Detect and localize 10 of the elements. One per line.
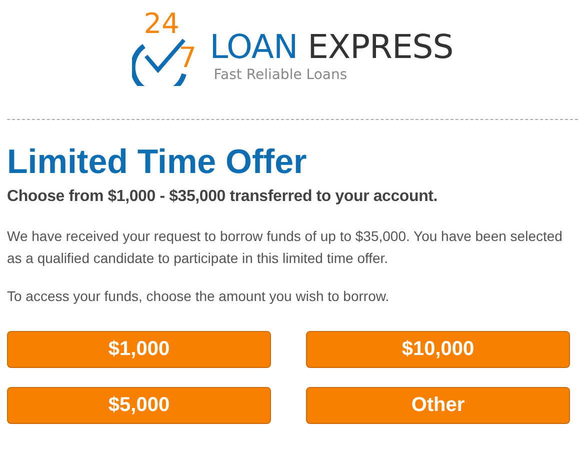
logo-name: LOAN EXPRESS [210,30,454,63]
amount-button[interactable]: Other [306,387,570,424]
amount-button[interactable]: $1,000 [7,331,271,368]
logo-tagline: Fast Reliable Loans [214,66,348,85]
body-text: To access your funds, choose the amount you wish to borrow. [7,287,390,306]
offer-subtitle: Choose from $1,000 - $35,000 transferred to your account. [7,187,439,208]
amount-button[interactable]: $10,000 [306,331,570,368]
offer-title: Limited Time Offer [7,144,308,182]
body-text: We have received your request to borrow funds of up to $35,000. You have been selected as a qualified candidate to participate in this limited time offer. [7,227,564,268]
amount-button[interactable]: $5,000 [7,387,271,424]
